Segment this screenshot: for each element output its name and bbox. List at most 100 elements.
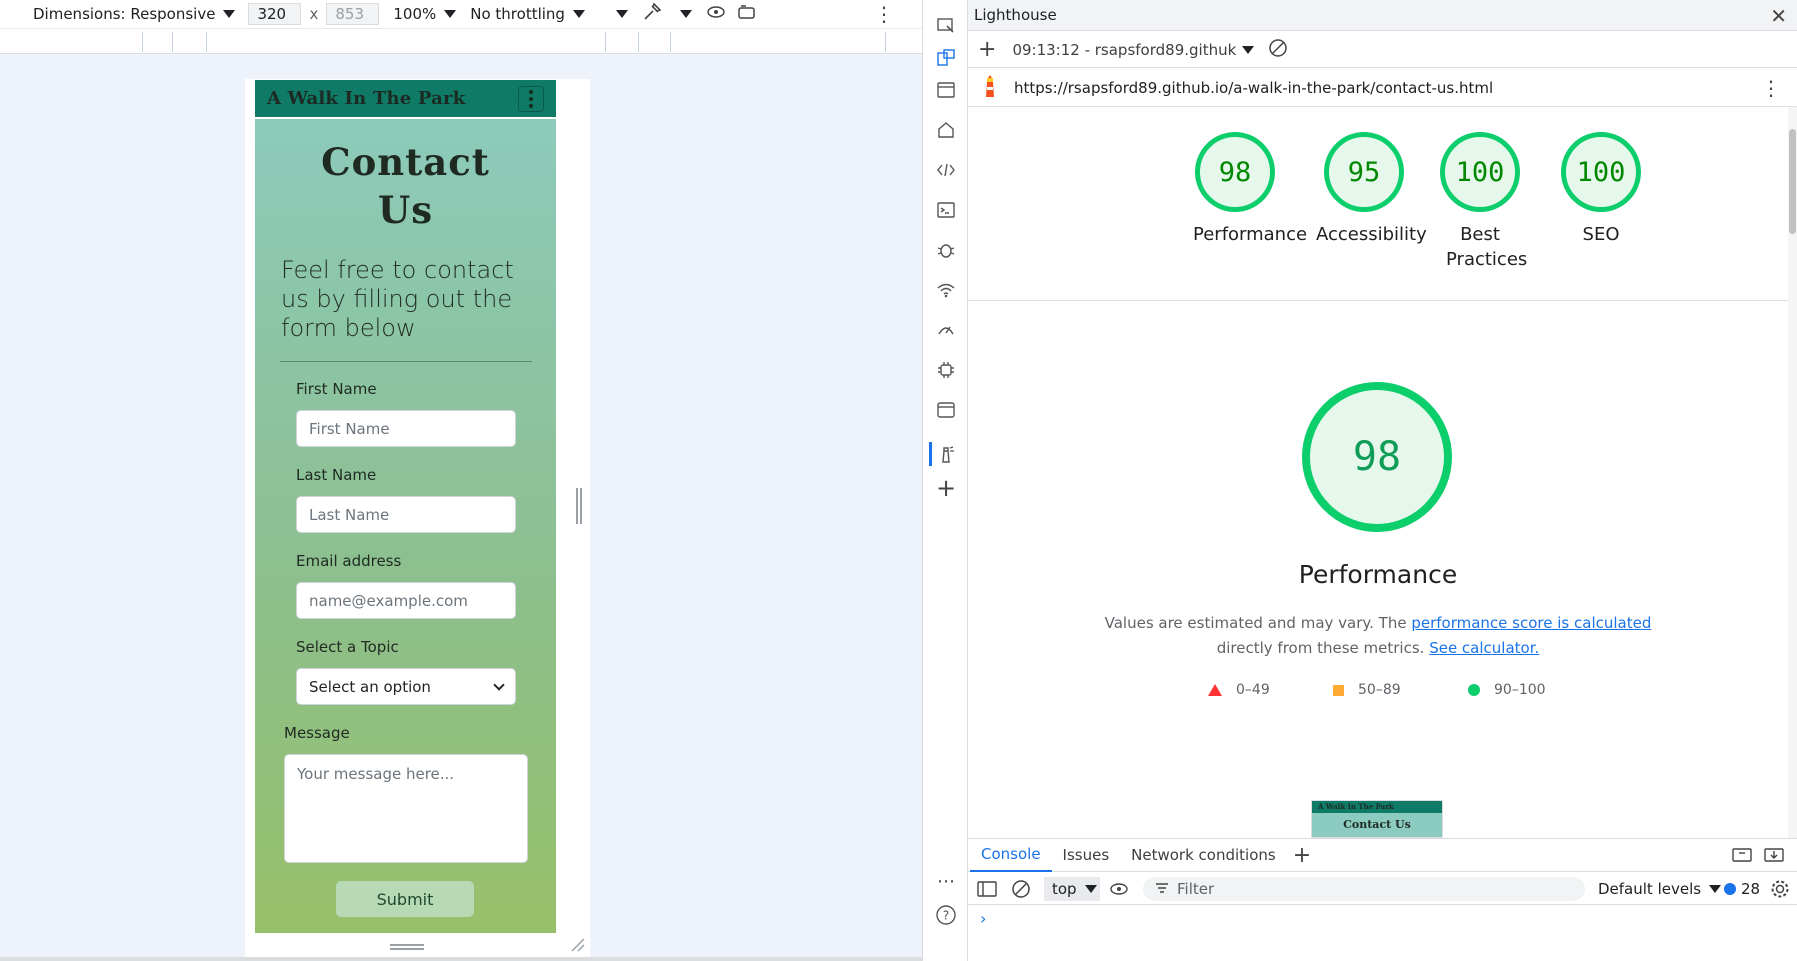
legend-label: 90–100 [1494,682,1546,698]
wifi-icon[interactable] [934,278,958,302]
vision-deficiency-icon[interactable] [706,2,726,26]
site-brand[interactable]: A Walk In The Park [267,88,465,109]
dimensions-dropdown[interactable]: Dimensions: Responsive [33,5,236,23]
panel-title-bar: Lighthouse ✕ [968,0,1797,31]
zoom-dropdown[interactable]: 100% [393,5,457,23]
score-calculated-link[interactable]: performance score is calculated [1411,614,1651,632]
device-resize-handle-right[interactable] [576,488,582,524]
live-expression-eye-icon[interactable] [1108,879,1130,903]
device-emulation-area: Dimensions: Responsive 320 x 853 100% No… [0,0,922,961]
tab-console[interactable]: Console [970,839,1052,872]
clear-icon[interactable] [1268,38,1288,62]
device-toolbar: Dimensions: Responsive 320 x 853 100% No… [0,0,922,28]
chevron-down-icon[interactable] [1242,45,1255,54]
chevron-down-icon [493,678,505,691]
throttling-dropdown[interactable]: No throttling [470,5,585,23]
score-gauge-seo[interactable]: 100 SEO [1559,132,1643,247]
add-panel-icon[interactable]: + [934,474,958,502]
device-toolbar-icon[interactable] [934,46,958,70]
log-levels-dropdown[interactable]: Default levels [1598,880,1722,898]
page-screenshot-thumbnail[interactable]: A Walk In The Park Contact Us [1311,800,1443,838]
email-input[interactable]: name@example.com [296,582,516,619]
message-bubble-icon [1724,883,1736,895]
tab-network-conditions[interactable]: Network conditions [1120,839,1287,872]
bug-icon[interactable] [934,238,958,262]
report-selector[interactable]: 09:13:12 - rsapsford89.githuk [1012,41,1236,59]
topic-select[interactable]: Select an option [296,668,516,705]
see-calculator-link[interactable]: See calculator. [1429,639,1539,657]
legend-average: 50–89 [1333,682,1401,698]
desc-text: Values are estimated and may vary. The [1104,614,1412,632]
kebab-menu-icon[interactable]: ⋮ [1761,76,1781,100]
elements-panel-icon[interactable] [934,78,958,102]
dock-icon[interactable] [1731,845,1753,869]
close-icon[interactable]: ✕ [1770,4,1787,28]
kebab-menu-icon[interactable]: ⋮ [874,2,894,26]
home-icon[interactable] [934,118,958,142]
score-label: Best Practices [1446,224,1528,270]
height-input[interactable]: 853 [326,3,380,25]
console-icon[interactable] [934,198,958,222]
performance-icon[interactable] [934,318,958,342]
application-icon[interactable] [934,398,958,422]
score-label: Performance [1193,224,1308,245]
score-value: 100 [1440,132,1520,212]
more-tools-icon[interactable]: ⋯ [934,869,958,893]
clear-console-icon[interactable] [1010,878,1032,904]
divider [280,361,532,362]
legend-pass: 90–100 [1468,682,1546,698]
emulated-page[interactable]: A Walk In The Park Contact Us Feel free … [255,80,556,933]
help-icon[interactable]: ? [934,903,958,927]
close-drawer-icon[interactable] [1763,845,1785,869]
score-gauge-best-practices[interactable]: 100 Best Practices [1438,132,1528,272]
score-value: 98 [1195,132,1275,212]
score-value: 95 [1324,132,1404,212]
first-name-input[interactable]: First Name [296,410,516,447]
circle-icon [1468,684,1480,696]
active-tab-indicator [929,442,932,466]
ruler-tick [638,32,639,52]
more-options-chevron-icon[interactable] [615,10,628,18]
lighthouse-icon[interactable] [934,442,958,466]
score-gauge-accessibility[interactable]: 95 Accessibility [1316,132,1427,247]
new-report-icon[interactable]: + [978,37,996,62]
filter-placeholder: Filter [1177,880,1215,898]
legend-label: 0–49 [1236,682,1270,698]
gear-icon[interactable] [1769,878,1791,904]
eyedropper-icon[interactable] [642,2,662,26]
context-selector[interactable]: top [1044,877,1100,901]
contact-lead-text: Feel free to contact us by filling out t… [281,256,514,342]
page-title: Contact Us [321,140,490,232]
first-name-label: First Name [296,380,377,398]
device-resize-corner-icon[interactable] [570,937,586,953]
score-gauge-performance[interactable]: 98 Performance [1193,132,1308,247]
issues-counter[interactable]: 28 [1724,880,1760,898]
inspect-element-icon[interactable] [934,14,958,38]
last-name-input[interactable]: Last Name [296,496,516,533]
chevron-down-icon[interactable] [679,10,692,18]
memory-chip-icon[interactable] [934,358,958,382]
code-icon[interactable] [934,158,958,182]
ruler-tick [172,32,173,52]
legend-fail: 0–49 [1208,682,1270,698]
dimensions-label: Dimensions: Responsive [33,5,216,23]
thumbnail-navbar: A Walk In The Park [1312,801,1442,813]
device-resize-handle-bottom[interactable] [390,944,424,950]
message-textarea[interactable]: Your message here... [284,754,528,863]
report-url[interactable]: https://rsapsford89.github.io/a-walk-in-… [1014,79,1493,97]
vertical-scrollbar[interactable] [1788,107,1797,838]
tab-issues[interactable]: Issues [1052,839,1121,872]
sidebar-toggle-icon[interactable] [976,879,998,903]
legend-label: 50–89 [1358,682,1401,698]
rotate-device-icon[interactable] [736,2,758,26]
console-prompt-icon[interactable]: › [980,909,986,928]
issue-count: 28 [1741,880,1761,898]
report-url-row: https://rsapsford89.github.io/a-walk-in-… [968,69,1797,107]
width-input[interactable]: 320 [248,3,302,25]
add-tab-icon[interactable]: + [1293,843,1311,868]
submit-button[interactable]: Submit [336,881,474,917]
ruler-tick [885,32,886,52]
navbar-toggler-button[interactable] [518,85,544,112]
filter-input[interactable]: Filter [1143,877,1585,901]
scrollbar-thumb[interactable] [1789,129,1796,234]
